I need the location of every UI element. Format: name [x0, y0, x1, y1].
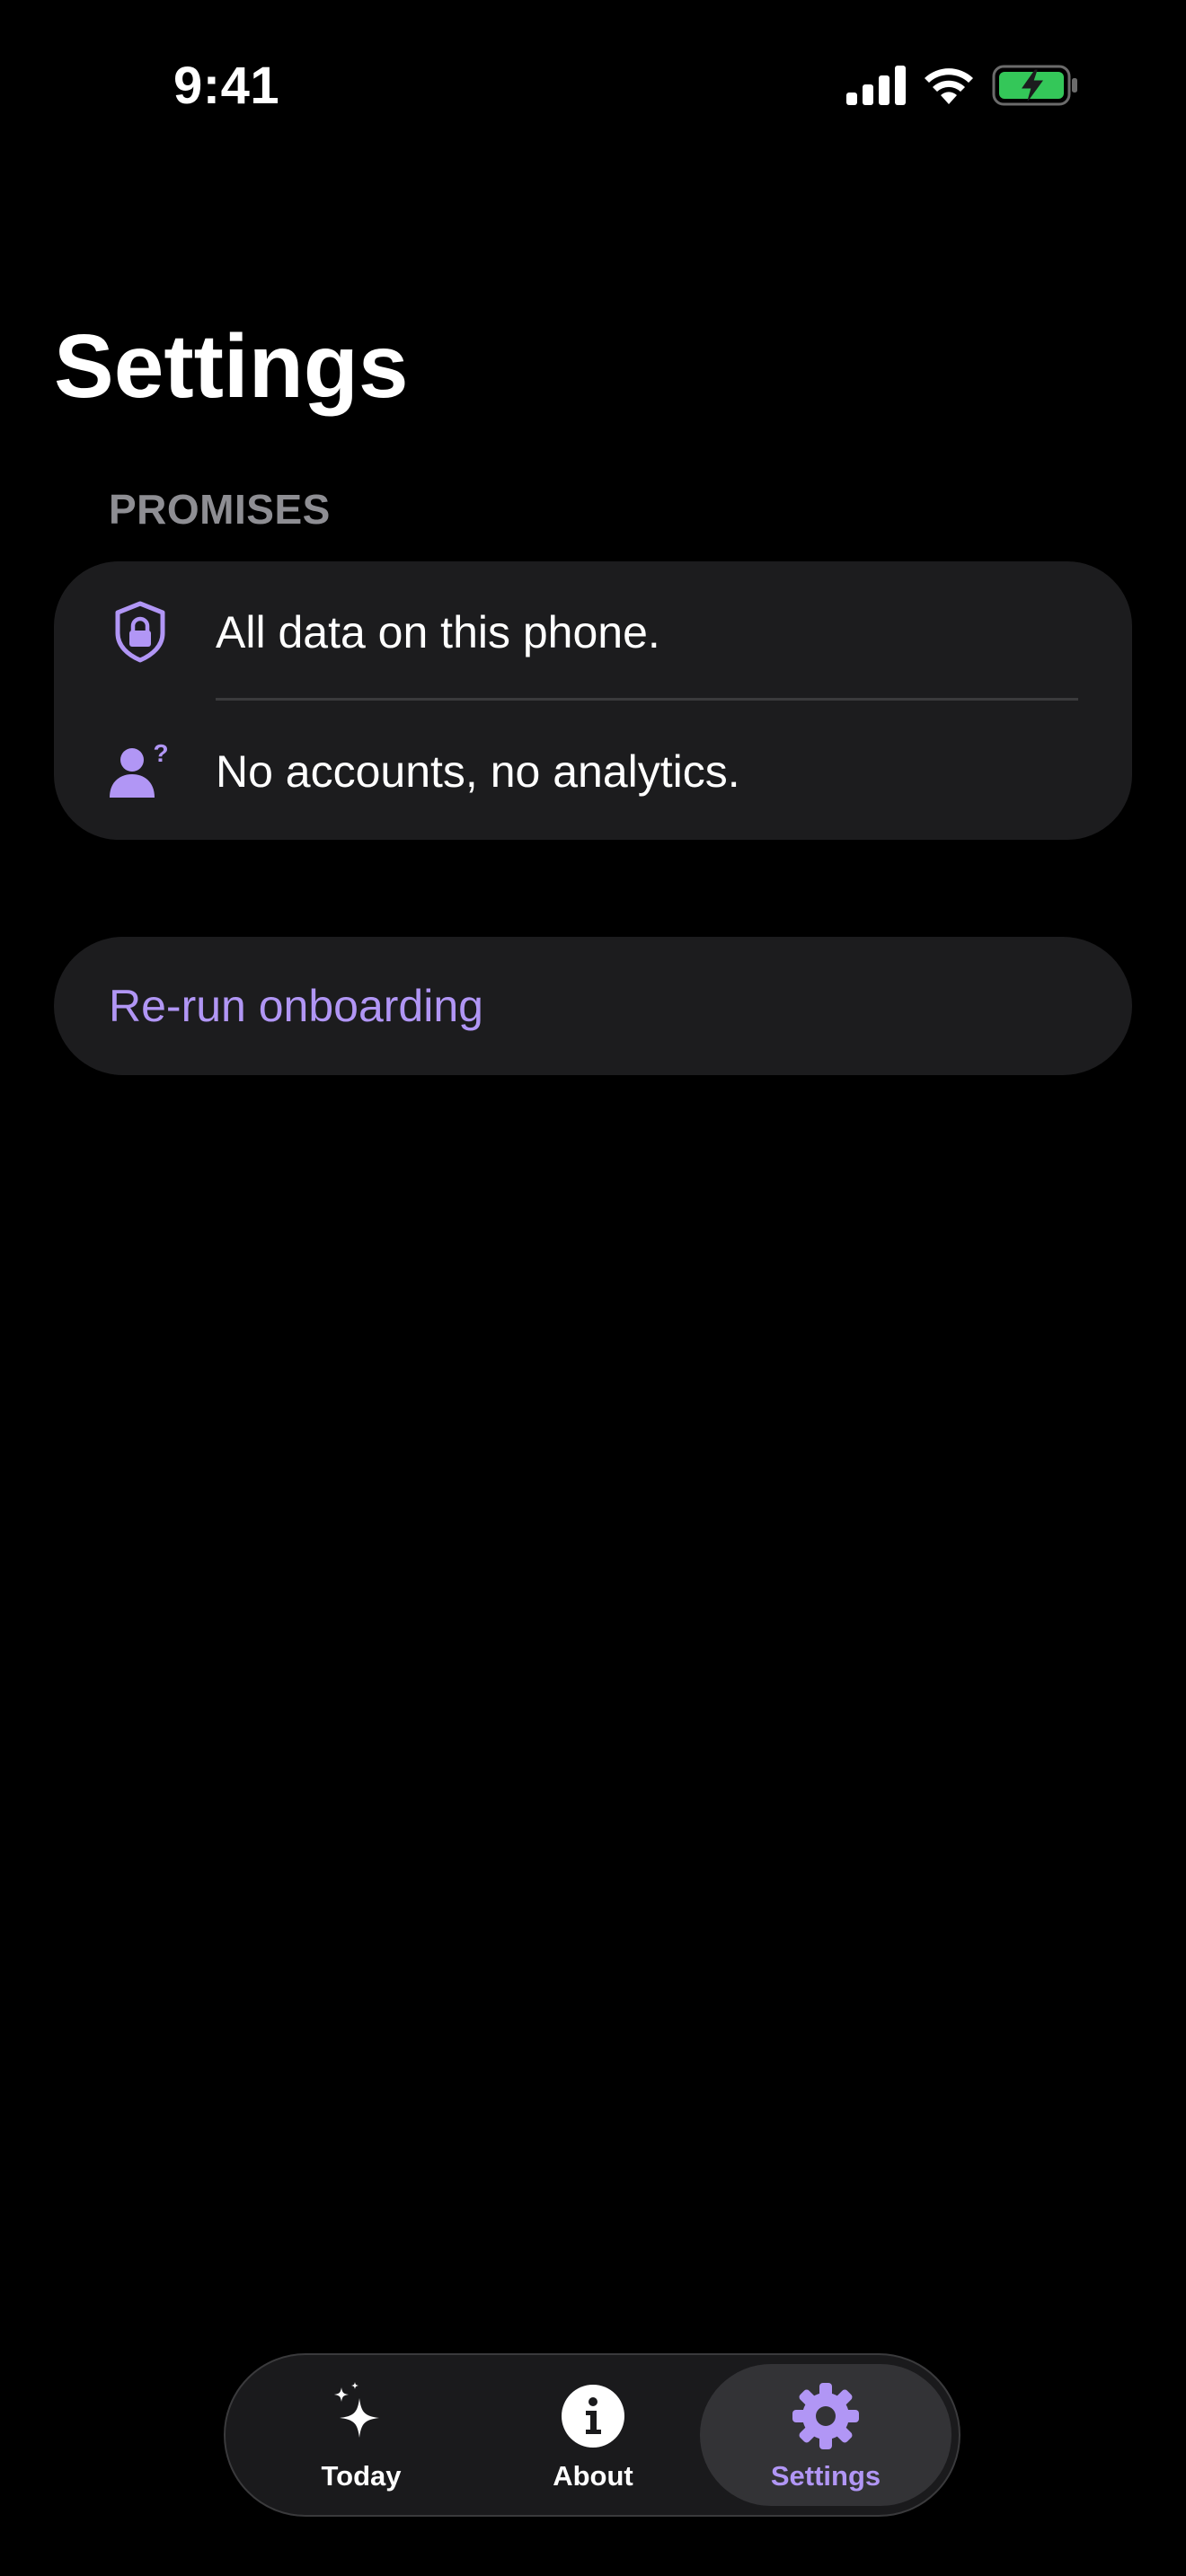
tab-label-about: About: [553, 2460, 633, 2492]
rerun-onboarding-label: Re-run onboarding: [109, 981, 483, 1031]
promise-row-no-accounts: ? No accounts, no analytics.: [54, 701, 1132, 840]
status-indicators: [846, 65, 1078, 106]
status-bar: 9:41: [0, 0, 1186, 171]
promise-row-data-on-phone: All data on this phone.: [54, 561, 1132, 701]
svg-text:?: ?: [153, 739, 168, 767]
promises-group: All data on this phone. ? No accounts, n…: [54, 561, 1132, 840]
tab-bar: Today About Settings: [224, 2353, 960, 2517]
person-question-icon: ?: [108, 738, 173, 803]
status-time: 9:41: [173, 57, 280, 115]
tab-about[interactable]: About: [472, 2355, 714, 2515]
battery-charging-icon: [992, 65, 1078, 106]
info-icon: [559, 2382, 627, 2450]
sparkles-icon: [327, 2382, 395, 2450]
promise-label: All data on this phone.: [216, 607, 660, 657]
page-title: Settings: [54, 316, 409, 417]
promise-label: No accounts, no analytics.: [216, 746, 740, 797]
tab-label-settings: Settings: [770, 2460, 881, 2492]
rerun-onboarding-button[interactable]: Re-run onboarding: [54, 937, 1132, 1075]
wifi-icon: [922, 65, 976, 106]
gear-icon: [792, 2382, 860, 2450]
tab-label-today: Today: [321, 2460, 402, 2492]
tab-today[interactable]: Today: [240, 2355, 482, 2515]
cellular-signal-icon: [846, 66, 906, 105]
section-header-promises: PROMISES: [109, 486, 331, 533]
shield-lock-icon: [108, 599, 173, 664]
tab-settings[interactable]: Settings: [700, 2355, 951, 2515]
